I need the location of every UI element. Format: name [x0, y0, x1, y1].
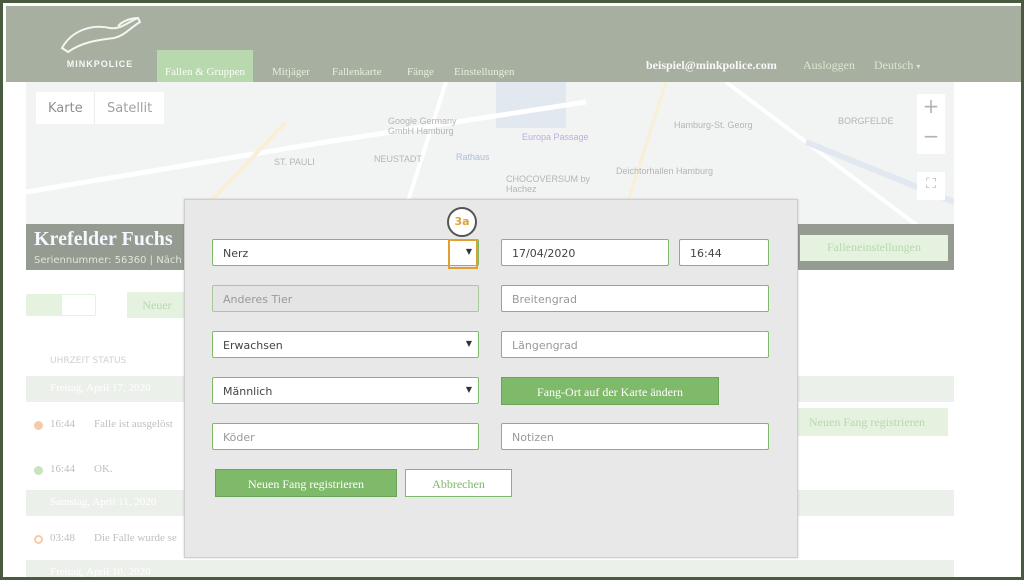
- latitude-placeholder: Breitengrad: [512, 293, 577, 306]
- date-field[interactable]: 17/04/2020: [501, 239, 669, 266]
- dropdown-highlight: [448, 239, 478, 269]
- bait-field[interactable]: Köder: [212, 423, 479, 450]
- time-field[interactable]: 16:44: [679, 239, 769, 266]
- notes-placeholder: Notizen: [512, 431, 554, 444]
- notes-field[interactable]: Notizen: [501, 423, 769, 450]
- sex-select[interactable]: Männlich ▼: [212, 377, 479, 404]
- chevron-down-icon: ▼: [465, 339, 472, 348]
- sex-value: Männlich: [223, 385, 273, 398]
- chevron-down-icon: ▼: [465, 385, 472, 394]
- change-location-button[interactable]: Fang-Ort auf der Karte ändern: [501, 377, 719, 405]
- time-value: 16:44: [690, 247, 722, 260]
- register-catch-modal: 3a Nerz ▼ 17/04/2020 16:44 Anderes Tier …: [184, 199, 798, 558]
- other-animal-field[interactable]: Anderes Tier: [212, 285, 479, 312]
- latitude-field[interactable]: Breitengrad: [501, 285, 769, 312]
- longitude-field[interactable]: Längengrad: [501, 331, 769, 358]
- longitude-placeholder: Längengrad: [512, 339, 578, 352]
- species-select[interactable]: Nerz ▼: [212, 239, 479, 266]
- age-select[interactable]: Erwachsen ▼: [212, 331, 479, 358]
- date-value: 17/04/2020: [512, 247, 576, 260]
- page: MINKPOLICE Fallen & Gruppen Mitjäger Fal…: [6, 6, 1021, 577]
- screenshot-frame: MINKPOLICE Fallen & Gruppen Mitjäger Fal…: [0, 0, 1024, 580]
- other-animal-placeholder: Anderes Tier: [223, 293, 293, 306]
- age-value: Erwachsen: [223, 339, 283, 352]
- submit-catch-button[interactable]: Neuen Fang registrieren: [215, 469, 397, 497]
- bait-placeholder: Köder: [223, 431, 255, 444]
- species-value: Nerz: [223, 247, 249, 260]
- step-badge: 3a: [447, 207, 477, 237]
- cancel-button[interactable]: Abbrechen: [405, 469, 512, 497]
